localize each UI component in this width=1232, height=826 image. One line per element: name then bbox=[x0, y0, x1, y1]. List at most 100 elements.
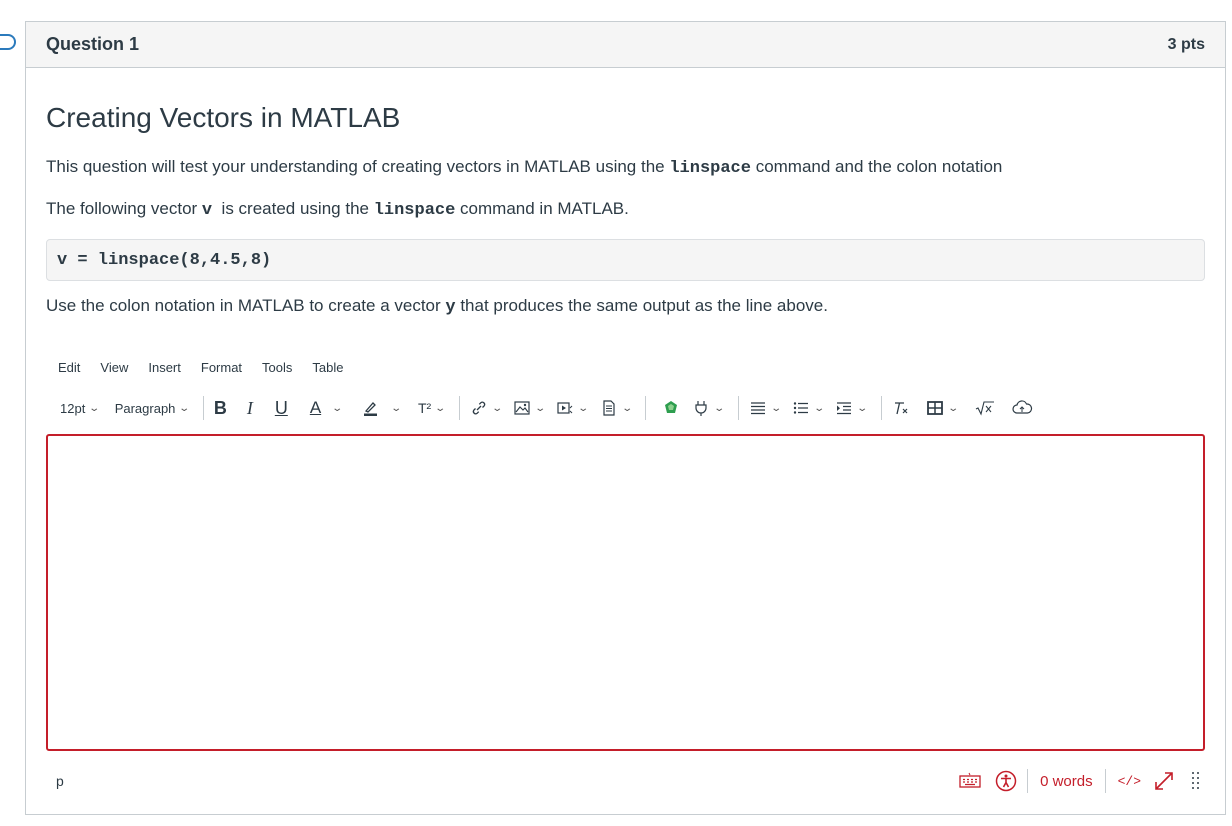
font-size-dropdown[interactable]: 12pt ⌄ bbox=[60, 396, 101, 420]
resize-handle[interactable] bbox=[1191, 770, 1201, 792]
chevron-down-icon: ⌄ bbox=[490, 402, 503, 414]
keyboard-icon bbox=[959, 772, 981, 788]
question-points: 3 pts bbox=[1167, 35, 1205, 53]
menu-tools[interactable]: Tools bbox=[250, 360, 300, 375]
toolbar-divider bbox=[645, 396, 647, 420]
fullscreen-button[interactable] bbox=[1153, 770, 1175, 792]
link-button[interactable]: ⌄ bbox=[470, 396, 503, 420]
cloud-icon bbox=[1012, 400, 1033, 414]
apps-icon bbox=[665, 401, 678, 413]
menu-insert[interactable]: Insert bbox=[136, 360, 189, 375]
question-body: Creating Vectors in MATLAB This question… bbox=[26, 102, 1225, 799]
editor-toolbar: 12pt ⌄ Paragraph ⌄ B I U A ⌄ ⌄ T² ⌄ ⌄ ⌄ ⌄ bbox=[46, 395, 1205, 421]
highlight-button[interactable]: ⌄ bbox=[362, 396, 402, 420]
equation-button[interactable] bbox=[975, 396, 995, 420]
superscript-icon: T² bbox=[417, 400, 432, 416]
plug-icon bbox=[695, 401, 707, 416]
intro-text-end: command and the colon notation bbox=[750, 157, 1003, 176]
status-controls: 0 words </> bbox=[959, 769, 1205, 793]
chevron-down-icon: ⌄ bbox=[621, 402, 633, 414]
align-icon bbox=[750, 402, 765, 415]
menu-view[interactable]: View bbox=[88, 360, 136, 375]
highlight-icon bbox=[363, 402, 377, 416]
vector-text-mid: is created using the bbox=[212, 199, 374, 218]
vector-paragraph: The following vector v is created using … bbox=[46, 198, 1205, 222]
intro-text: This question will test your understandi… bbox=[46, 157, 670, 176]
list-button[interactable]: ⌄ bbox=[792, 396, 825, 420]
align-button[interactable]: ⌄ bbox=[749, 396, 782, 420]
text-color-button[interactable]: A ⌄ bbox=[309, 396, 344, 420]
text-color-icon: A bbox=[309, 398, 322, 417]
apps-button[interactable] bbox=[662, 396, 680, 420]
expand-icon bbox=[1155, 772, 1173, 790]
word-count[interactable]: 0 words bbox=[1028, 773, 1105, 790]
chevron-down-icon: ⌄ bbox=[331, 402, 344, 414]
html-editor-toggle[interactable]: </> bbox=[1106, 774, 1153, 789]
superscript-button[interactable]: T² ⌄ bbox=[417, 396, 447, 420]
task-text-end: that produces the same output as the lin… bbox=[455, 296, 828, 315]
indent-button[interactable]: ⌄ bbox=[835, 396, 869, 420]
chevron-down-icon: ⌄ bbox=[713, 402, 726, 414]
clear-formatting-icon bbox=[894, 402, 908, 415]
clear-formatting-button[interactable] bbox=[892, 396, 910, 420]
task-var: y bbox=[445, 298, 456, 317]
accessibility-checker-button[interactable] bbox=[995, 770, 1017, 792]
chevron-down-icon: ⌄ bbox=[534, 402, 547, 414]
toolbar-divider bbox=[737, 396, 739, 420]
table-icon bbox=[926, 401, 943, 415]
image-icon bbox=[514, 401, 530, 415]
menu-format[interactable]: Format bbox=[189, 360, 250, 375]
link-icon bbox=[472, 401, 485, 415]
toolbar-divider bbox=[880, 396, 882, 420]
keyboard-shortcuts-button[interactable] bbox=[959, 772, 981, 790]
block-format-dropdown[interactable]: Paragraph ⌄ bbox=[114, 396, 191, 420]
cloud-button[interactable] bbox=[1011, 396, 1033, 420]
question-header: Question 1 3 pts bbox=[26, 22, 1225, 68]
chevron-down-icon: ⌄ bbox=[856, 402, 869, 414]
underline-button[interactable]: U bbox=[275, 396, 288, 420]
chevron-down-icon: ⌄ bbox=[178, 402, 191, 414]
document-icon bbox=[603, 400, 615, 416]
indent-icon bbox=[837, 402, 852, 415]
chevron-down-icon: ⌄ bbox=[813, 402, 825, 414]
vector-text: The following vector bbox=[46, 199, 202, 218]
task-text: Use the colon notation in MATLAB to crea… bbox=[46, 296, 446, 315]
code-block: v = linspace(8,4.5,8) bbox=[46, 239, 1205, 281]
bold-button[interactable]: B bbox=[214, 396, 227, 420]
intro-paragraph: This question will test your understandi… bbox=[46, 156, 1205, 180]
chevron-down-icon: ⌄ bbox=[946, 402, 959, 414]
vector-code: linspace bbox=[373, 201, 456, 220]
menu-table[interactable]: Table bbox=[300, 360, 351, 375]
question-card: Question 1 3 pts Creating Vectors in MAT… bbox=[25, 21, 1226, 815]
question-heading: Creating Vectors in MATLAB bbox=[46, 102, 401, 133]
vector-var: v bbox=[201, 201, 213, 220]
chevron-down-icon: ⌄ bbox=[389, 402, 402, 414]
editor-menubar: Edit View Insert Format Tools Table bbox=[46, 357, 1205, 377]
italic-button[interactable]: I bbox=[247, 396, 253, 420]
toolbar-divider bbox=[458, 396, 460, 420]
intro-code: linspace bbox=[669, 159, 751, 178]
image-button[interactable]: ⌄ bbox=[513, 396, 547, 420]
document-button[interactable]: ⌄ bbox=[600, 396, 633, 420]
media-icon bbox=[557, 402, 573, 414]
task-paragraph: Use the colon notation in MATLAB to crea… bbox=[46, 295, 1205, 319]
equation-icon bbox=[975, 401, 995, 416]
font-size-label: 12pt bbox=[60, 400, 86, 416]
block-format-label: Paragraph bbox=[114, 400, 176, 416]
chevron-down-icon: ⌄ bbox=[434, 402, 447, 414]
bullet-list-icon bbox=[793, 402, 808, 414]
question-title: Question 1 bbox=[46, 34, 140, 54]
element-path[interactable]: p bbox=[56, 773, 64, 789]
rich-text-editor-area[interactable] bbox=[46, 434, 1205, 751]
media-button[interactable]: ⌄ bbox=[556, 396, 589, 420]
chevron-down-icon: ⌄ bbox=[88, 402, 101, 414]
toolbar-divider bbox=[202, 396, 204, 420]
table-button[interactable]: ⌄ bbox=[926, 396, 959, 420]
accessibility-icon bbox=[995, 770, 1017, 792]
menu-edit[interactable]: Edit bbox=[46, 360, 88, 375]
plugin-button[interactable]: ⌄ bbox=[692, 396, 726, 420]
editor-statusbar: p 0 words </> bbox=[46, 763, 1205, 799]
question-flag-icon[interactable] bbox=[0, 34, 16, 50]
vector-text-end: command in MATLAB. bbox=[455, 199, 629, 218]
chevron-down-icon: ⌄ bbox=[769, 402, 782, 414]
